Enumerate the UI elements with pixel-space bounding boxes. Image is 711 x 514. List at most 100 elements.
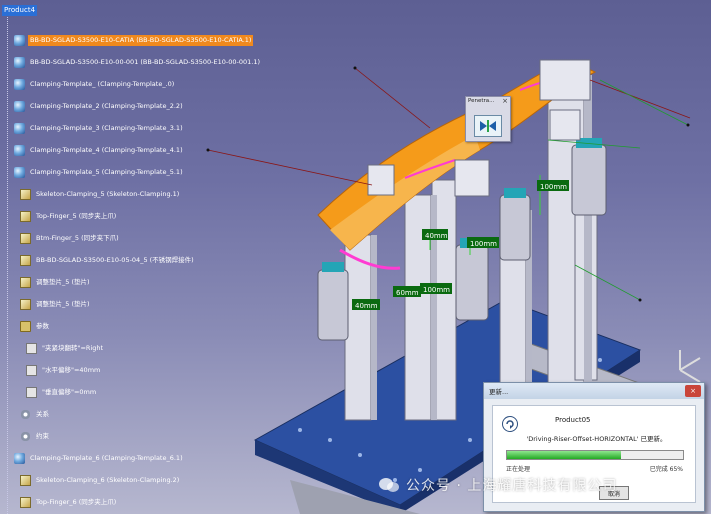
tree-node-label: Top-Finger_6 (同步夹上爪) bbox=[36, 497, 117, 506]
tree-node[interactable]: Btm-Finger_5 (同步夹下爪) bbox=[20, 231, 121, 245]
tree-node[interactable]: BB-BD-SGLAD-S3500-E10-05-04_5 (不锈钢焊接件) bbox=[20, 253, 196, 267]
specification-tree[interactable]: Product4 BB-BD-SGLAD-S3500-E10-CATIA (BB… bbox=[0, 0, 260, 514]
tree-node[interactable]: 约束 bbox=[20, 429, 51, 443]
tree-node[interactable]: Clamping-Template_5 (Clamping-Template_5… bbox=[14, 165, 185, 179]
part-icon bbox=[20, 254, 31, 266]
tree-node-label: BB-BD-SGLAD-S3500-E10-00-001 (BB-BD-SGLA… bbox=[30, 57, 261, 66]
tree-node-label: Btm-Finger_5 (同步夹下爪) bbox=[36, 233, 119, 242]
assembly-icon bbox=[14, 100, 25, 112]
tree-node-label: 调整垫片_5 (垫片) bbox=[36, 299, 90, 308]
tree-node[interactable]: 参数 bbox=[20, 319, 51, 333]
dialog-message: 'Driving-Riser-Offset-HORIZONTAL' 已更新。 bbox=[526, 435, 667, 443]
penetration-button[interactable] bbox=[474, 115, 502, 137]
tree-node-label: BB-BD-SGLAD-S3500-E10-CATIA (BB-BD-SGLAD… bbox=[28, 34, 254, 46]
tree-node[interactable]: Skeleton-Clamping_6 (Skeleton-Clamping.2… bbox=[20, 473, 181, 487]
tree-node[interactable]: Clamping-Template_ (Clamping-Template_.0… bbox=[14, 77, 176, 91]
tree-node-label: BB-BD-SGLAD-S3500-E10-05-04_5 (不锈钢焊接件) bbox=[36, 255, 194, 264]
parameter-icon bbox=[26, 342, 37, 354]
tree-node[interactable]: Clamping-Template_3 (Clamping-Template_3… bbox=[14, 121, 185, 135]
tree-node[interactable]: 调整垫片_5 (垫片) bbox=[20, 275, 92, 289]
tree-node-label: Skeleton-Clamping_5 (Skeleton-Clamping.1… bbox=[36, 189, 180, 198]
penetration-icon bbox=[480, 120, 496, 132]
tree-node[interactable]: Top-Finger_5 (同步夹上爪) bbox=[20, 209, 118, 223]
parameter-icon bbox=[26, 364, 37, 376]
gear-icon bbox=[20, 408, 31, 420]
part-icon bbox=[20, 188, 31, 200]
dialog-status-right: 已完成 65% bbox=[649, 466, 683, 473]
clamp-block-3 bbox=[454, 159, 490, 197]
tree-node-label: Clamping-Template_3 (Clamping-Template_3… bbox=[30, 123, 183, 132]
riser-2 bbox=[404, 194, 432, 421]
dimension-label: 100mm bbox=[540, 183, 567, 191]
assembly-icon bbox=[14, 34, 25, 46]
tree-root-label: Product4 bbox=[2, 4, 38, 16]
dialog-titlebar[interactable]: 更新... × bbox=[484, 383, 704, 399]
tree-node[interactable]: "垂直偏移"=0mm bbox=[26, 385, 98, 399]
penetration-toolbar[interactable]: Penetra... × bbox=[465, 96, 511, 142]
tree-node-label: 约束 bbox=[36, 431, 49, 440]
tree-node[interactable]: "夹紧块翻转"=Right bbox=[26, 341, 105, 355]
dimension-label: 60mm bbox=[396, 289, 419, 297]
gear-icon bbox=[20, 430, 31, 442]
tree-node-label: Top-Finger_5 (同步夹上爪) bbox=[36, 211, 117, 220]
dialog-status-left: 正在处理 bbox=[506, 466, 531, 473]
assembly-icon bbox=[14, 78, 25, 90]
tree-node[interactable]: Clamping-Template_6 (Clamping-Template_6… bbox=[14, 451, 185, 465]
tree-node[interactable]: BB-BD-SGLAD-S3500-E10-00-001 (BB-BD-SGLA… bbox=[14, 55, 262, 69]
dialog-close-button[interactable]: × bbox=[685, 385, 701, 397]
tree-node-label: 参数 bbox=[36, 321, 49, 330]
parameter-icon bbox=[26, 386, 37, 398]
wechat-logo-icon bbox=[378, 477, 400, 493]
3d-viewport[interactable]: 100mm 40mm 100mm 100mm 60mm 40mm Product… bbox=[0, 0, 711, 514]
dimension-label: 100mm bbox=[423, 286, 450, 294]
watermark: 公众号 · 上海耀唐科技有限公司 bbox=[378, 475, 617, 495]
tree-node[interactable]: Clamping-Template_4 (Clamping-Template_4… bbox=[14, 143, 185, 157]
tree-connector bbox=[7, 14, 8, 514]
tree-node-label: Clamping-Template_6 (Clamping-Template_6… bbox=[30, 453, 183, 462]
tree-node-label: Clamping-Template_ (Clamping-Template_.0… bbox=[30, 79, 175, 88]
tree-node[interactable]: 关系 bbox=[20, 407, 51, 421]
part-icon bbox=[20, 210, 31, 222]
tree-node-label: 调整垫片_5 (垫片) bbox=[36, 277, 90, 286]
tree-node[interactable]: 调整垫片_5 (垫片) bbox=[20, 297, 92, 311]
clamp-block-2 bbox=[367, 164, 395, 196]
tree-node-label: Clamping-Template_5 (Clamping-Template_5… bbox=[30, 167, 183, 176]
tree-node-label: "垂直偏移"=0mm bbox=[42, 387, 97, 396]
update-progress-bar bbox=[506, 450, 684, 460]
progress-fill bbox=[507, 451, 622, 459]
assembly-icon bbox=[14, 122, 25, 134]
part-icon bbox=[20, 474, 31, 486]
tree-node-label: "水平偏移"=40mm bbox=[42, 365, 101, 374]
assembly-icon bbox=[14, 166, 25, 178]
tree-node[interactable]: Top-Finger_6 (同步夹上爪) bbox=[20, 495, 118, 509]
close-icon[interactable]: × bbox=[502, 97, 508, 105]
assembly-icon bbox=[14, 56, 25, 68]
part-icon bbox=[20, 276, 31, 288]
tree-node-label: 关系 bbox=[36, 409, 49, 418]
watermark-text: 公众号 · 上海耀唐科技有限公司 bbox=[406, 478, 618, 494]
tree-node-label: Clamping-Template_2 (Clamping-Template_2… bbox=[30, 101, 183, 110]
tree-node[interactable]: Clamping-Template_2 (Clamping-Template_2… bbox=[14, 99, 185, 113]
assembly-icon bbox=[14, 452, 25, 464]
toolbar-title: Penetra... bbox=[468, 98, 495, 104]
dimension-label: 40mm bbox=[355, 302, 378, 310]
tree-node[interactable]: "水平偏移"=40mm bbox=[26, 363, 102, 377]
tree-node[interactable]: BB-BD-SGLAD-S3500-E10-CATIA (BB-BD-SGLAD… bbox=[14, 33, 254, 47]
dialog-title: 更新... bbox=[489, 388, 509, 396]
tree-node-label: Clamping-Template_4 (Clamping-Template_4… bbox=[30, 145, 183, 154]
folder-icon bbox=[20, 320, 31, 332]
tree-node-label: "夹紧块翻转"=Right bbox=[42, 343, 104, 352]
part-icon bbox=[20, 232, 31, 244]
update-spinner-icon bbox=[502, 416, 518, 432]
tree-root[interactable]: Product4 bbox=[2, 3, 38, 17]
assembly-icon bbox=[14, 144, 25, 156]
dialog-product-name: Product05 bbox=[555, 416, 591, 424]
clamp-block-4 bbox=[549, 109, 581, 141]
tree-node-label: Skeleton-Clamping_6 (Skeleton-Clamping.2… bbox=[36, 475, 180, 484]
clamp-block-1 bbox=[539, 59, 591, 101]
dimension-label: 100mm bbox=[470, 240, 497, 248]
tree-node[interactable]: Skeleton-Clamping_5 (Skeleton-Clamping.1… bbox=[20, 187, 181, 201]
compass-icon[interactable] bbox=[679, 350, 701, 383]
dimension-label: 40mm bbox=[425, 232, 448, 240]
part-icon bbox=[20, 496, 31, 508]
